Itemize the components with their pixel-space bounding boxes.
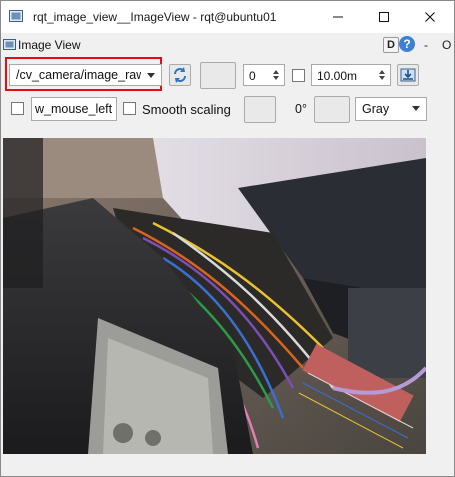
mouse-topic-input[interactable]: w_mouse_left bbox=[31, 97, 117, 121]
maximize-button[interactable] bbox=[361, 1, 407, 33]
minimize-icon bbox=[333, 16, 343, 18]
rotate-right-button[interactable] bbox=[314, 96, 350, 123]
zoom-button[interactable] bbox=[200, 62, 236, 89]
refresh-icon bbox=[174, 67, 186, 83]
plugin-header: Image View D ? - O bbox=[1, 35, 454, 55]
number-spinbox[interactable]: 0 bbox=[243, 64, 285, 86]
color-scheme-dropdown[interactable]: Gray bbox=[355, 97, 427, 121]
rqt-window: rqt_image_view__ImageView - rqt@ubuntu01… bbox=[0, 0, 455, 477]
rotate-left-button[interactable] bbox=[244, 96, 276, 123]
help-icon[interactable]: ? bbox=[399, 36, 415, 52]
window-title: rqt_image_view__ImageView - rqt@ubuntu01 bbox=[33, 10, 277, 24]
camera-image-view[interactable] bbox=[3, 138, 426, 454]
chevron-down-icon bbox=[147, 73, 155, 78]
camera-image bbox=[3, 138, 426, 454]
save-image-icon bbox=[400, 68, 416, 82]
app-icon bbox=[9, 10, 23, 22]
max-range-value: 10.00m bbox=[317, 69, 358, 83]
chevron-up-icon[interactable] bbox=[273, 70, 279, 74]
color-scheme-value: Gray bbox=[362, 102, 390, 116]
image-view-icon bbox=[3, 39, 16, 50]
dynamic-range-checkbox[interactable] bbox=[292, 69, 305, 82]
close-icon bbox=[425, 12, 435, 22]
close-plugin-button[interactable]: O bbox=[442, 38, 451, 52]
save-image-button[interactable] bbox=[397, 64, 419, 86]
minimize-button[interactable] bbox=[315, 1, 361, 33]
chevron-down-icon bbox=[412, 106, 420, 111]
mouse-publish-checkbox[interactable] bbox=[11, 102, 24, 115]
chevron-up-icon[interactable] bbox=[379, 70, 385, 74]
chevron-down-icon[interactable] bbox=[273, 76, 279, 80]
topic-value: /cv_camera/image_raw bbox=[16, 68, 141, 82]
maximize-icon bbox=[379, 12, 389, 22]
smooth-scaling-checkbox[interactable] bbox=[123, 102, 136, 115]
minimize-plugin-button[interactable]: - bbox=[424, 38, 428, 52]
mouse-topic-value: w_mouse_left bbox=[35, 102, 113, 116]
rotation-label: 0° bbox=[295, 102, 307, 116]
dock-button[interactable]: D bbox=[383, 37, 399, 53]
refresh-topics-button[interactable] bbox=[169, 64, 191, 86]
title-bar[interactable]: rqt_image_view__ImageView - rqt@ubuntu01 bbox=[1, 1, 454, 33]
max-range-spinbox[interactable]: 10.00m bbox=[311, 64, 391, 86]
smooth-scaling-label: Smooth scaling bbox=[142, 102, 231, 117]
topic-dropdown[interactable]: /cv_camera/image_raw bbox=[9, 64, 162, 86]
plugin-title: Image View bbox=[18, 38, 81, 52]
chevron-down-icon[interactable] bbox=[379, 76, 385, 80]
number-value: 0 bbox=[249, 69, 256, 83]
close-button[interactable] bbox=[407, 1, 453, 33]
